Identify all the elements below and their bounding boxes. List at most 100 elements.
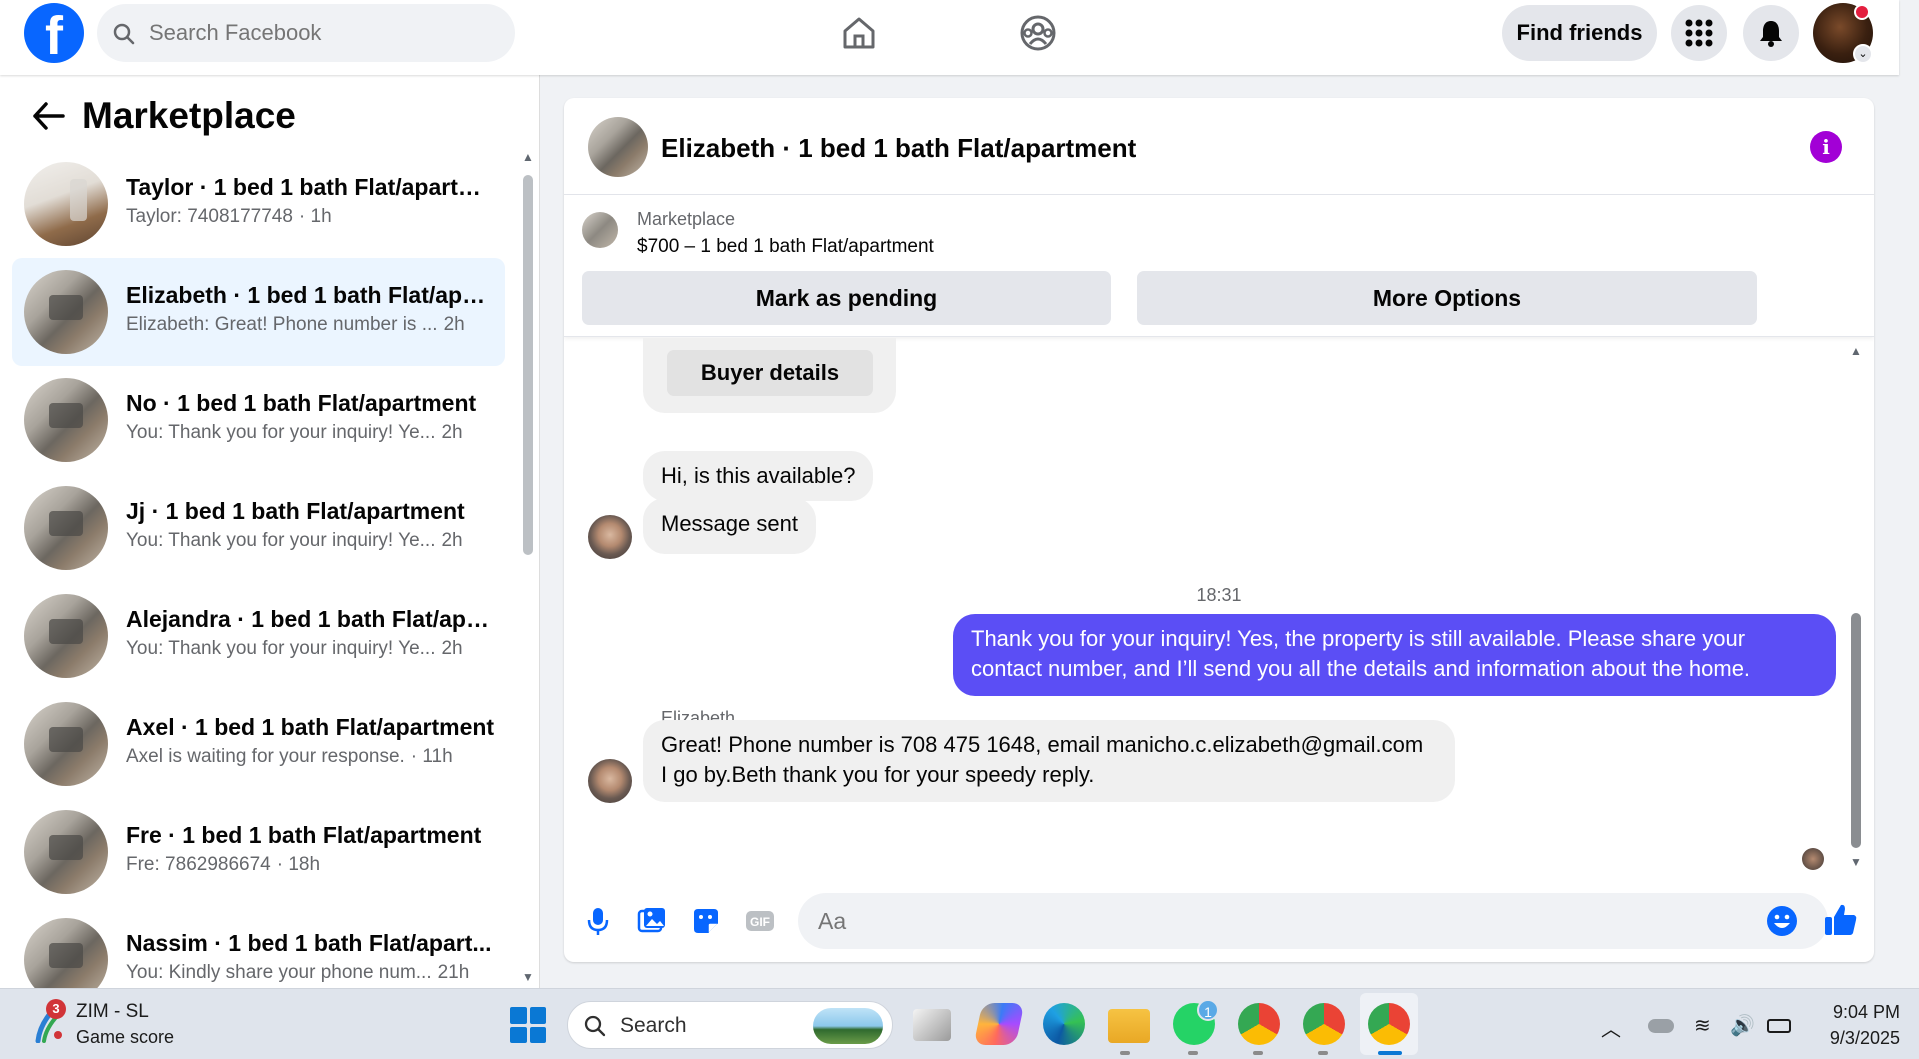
system-clock[interactable]: 9:04 PM 9/3/2025 <box>1800 999 1900 1051</box>
listing-thumbnail <box>24 918 108 988</box>
conversation-title: Elizabeth · 1 bed 1 bath Flat/apar... <box>126 282 496 308</box>
conversation-title: Taylor · 1 bed 1 bath Flat/apartm... <box>126 174 496 200</box>
microphone-icon[interactable] <box>582 905 614 937</box>
conversation-preview: Fre: 7862986674 · 18h <box>126 854 321 875</box>
running-indicator <box>1120 1051 1130 1055</box>
clock-date: 9/3/2025 <box>1829 1028 1900 1048</box>
wifi-icon[interactable]: ≋ <box>1694 1013 1711 1038</box>
conversation-title: Fre · 1 bed 1 bath Flat/apartment <box>126 822 482 848</box>
conversation-title: Jj · 1 bed 1 bath Flat/apartment <box>126 498 465 524</box>
volume-icon[interactable]: 🔊 <box>1730 1013 1755 1038</box>
taskbar-search[interactable]: Search <box>567 1001 893 1049</box>
battery-icon[interactable] <box>1767 1019 1791 1033</box>
menu-button[interactable] <box>1671 5 1727 61</box>
groups-icon[interactable] <box>1017 12 1059 54</box>
timestamp-separator: 18:31 <box>1196 585 1242 605</box>
whatsapp-badge: 1 <box>1197 999 1219 1021</box>
search-bar[interactable] <box>97 4 515 62</box>
mark-as-pending-button[interactable]: Mark as pending <box>582 271 1111 325</box>
photo-icon[interactable] <box>636 905 668 937</box>
conversation-preview: Axel is waiting for your response. · 11h <box>126 746 453 767</box>
notifications-button[interactable] <box>1743 5 1799 61</box>
thumbs-up-icon[interactable] <box>1823 902 1859 938</box>
message-line: contact number, and I’ll send you all th… <box>971 656 1751 681</box>
conversation-list-scrollbar[interactable] <box>523 175 533 555</box>
scroll-down-arrow-icon[interactable]: ▼ <box>1850 855 1862 869</box>
widget-title[interactable]: ZIM - SL <box>76 1001 149 1023</box>
listing-thumbnail <box>24 270 108 354</box>
message-thread-scrollbar[interactable] <box>1851 613 1861 848</box>
running-indicator <box>1253 1051 1263 1055</box>
message-line: Great! Phone number is 708 475 1648, ema… <box>661 732 1424 757</box>
page-scrollbar[interactable] <box>1899 0 1919 988</box>
windows-taskbar: 3 ZIM - SL Game score Search 1 ︿ ≋ 🔊 9:0… <box>0 988 1919 1059</box>
sender-avatar[interactable] <box>588 759 632 803</box>
search-icon <box>113 23 135 45</box>
edge-browser-icon[interactable] <box>1043 1003 1085 1045</box>
message-line: I go by.Beth thank you for your speedy r… <box>661 762 1095 787</box>
arrow-left-icon[interactable] <box>26 101 72 131</box>
listing-thumbnail <box>24 162 108 246</box>
conversation-item-taylor[interactable]: Taylor · 1 bed 1 bath Flat/apartm... Tay… <box>12 150 505 258</box>
conversation-item-alejandra[interactable]: Alejandra · 1 bed 1 bath Flat/apa... You… <box>12 582 505 690</box>
conversation-item-nassim[interactable]: Nassim · 1 bed 1 bath Flat/apart... You:… <box>12 906 505 988</box>
chrome-active-icon[interactable] <box>1368 1003 1410 1045</box>
chevron-down-icon[interactable]: ⌄ <box>1853 44 1873 64</box>
scroll-up-arrow-icon[interactable]: ▲ <box>1850 344 1862 358</box>
taskbar-search-label: Search <box>620 1014 687 1037</box>
read-receipt-avatar <box>1802 848 1824 870</box>
home-icon[interactable] <box>838 12 880 54</box>
widget-subtitle[interactable]: Game score <box>76 1027 174 1048</box>
chevron-up-icon[interactable]: ︿ <box>1601 1013 1621 1042</box>
conversation-item-fre[interactable]: Fre · 1 bed 1 bath Flat/apartment Fre: 7… <box>12 798 505 906</box>
scroll-up-arrow-icon[interactable]: ▲ <box>522 150 534 164</box>
message-bubble-incoming: Hi, is this available? <box>643 451 874 501</box>
file-explorer-icon[interactable] <box>1108 1009 1150 1043</box>
conversation-item-elizabeth[interactable]: Elizabeth · 1 bed 1 bath Flat/apar... El… <box>12 258 505 366</box>
copilot-icon[interactable] <box>973 1003 1025 1045</box>
listing-price-title[interactable]: $700 – 1 bed 1 bath Flat/apartment <box>637 236 934 258</box>
conversation-preview: You: Kindly share your phone num... 21h <box>126 962 470 983</box>
conversation-preview: You: Thank you for your inquiry! Ye... 2h <box>126 638 463 659</box>
listing-avatar[interactable] <box>588 117 648 177</box>
panel-header: Marketplace <box>26 95 296 137</box>
listing-thumbnail <box>24 702 108 786</box>
listing-thumbnail[interactable] <box>582 212 618 248</box>
listing-source-label: Marketplace <box>637 209 736 229</box>
conversation-item-jj[interactable]: Jj · 1 bed 1 bath Flat/apartment You: Th… <box>12 474 505 582</box>
emoji-icon[interactable] <box>1766 905 1798 937</box>
listing-thumbnail <box>24 594 108 678</box>
windows-start-icon[interactable] <box>510 1007 546 1043</box>
conversation-item-no[interactable]: No · 1 bed 1 bath Flat/apartment You: Th… <box>12 366 505 474</box>
gif-icon[interactable]: GIF <box>744 905 776 937</box>
find-friends-button[interactable]: Find friends <box>1502 5 1657 61</box>
conversation-preview: You: Thank you for your inquiry! Ye... 2h <box>126 530 463 551</box>
conversation-title: Nassim · 1 bed 1 bath Flat/apart... <box>126 930 492 956</box>
more-options-button[interactable]: More Options <box>1137 271 1757 325</box>
search-input[interactable] <box>149 4 499 62</box>
sticker-icon[interactable] <box>690 905 722 937</box>
search-highlight-image <box>813 1008 883 1044</box>
panel-title: Marketplace <box>82 95 296 136</box>
widget-badge: 3 <box>46 999 66 1019</box>
sender-avatar[interactable] <box>588 515 632 559</box>
message-bubble-outgoing: Thank you for your inquiry! Yes, the pro… <box>953 614 1836 696</box>
conversation-item-axel[interactable]: Axel · 1 bed 1 bath Flat/apartment Axel … <box>12 690 505 798</box>
onedrive-icon[interactable] <box>1648 1019 1674 1033</box>
chat-title[interactable]: Elizabeth · 1 bed 1 bath Flat/apartment <box>661 133 1136 164</box>
chat-window: Elizabeth · 1 bed 1 bath Flat/apartment … <box>564 98 1874 962</box>
listing-thumbnail <box>24 810 108 894</box>
buyer-details-button[interactable]: Buyer details <box>667 350 873 396</box>
chrome-profile-1-icon[interactable] <box>1238 1003 1280 1045</box>
search-icon <box>584 1015 606 1037</box>
chrome-profile-2-icon[interactable] <box>1303 1003 1345 1045</box>
listing-thumbnail <box>24 378 108 462</box>
scroll-down-arrow-icon[interactable]: ▼ <box>522 970 534 984</box>
task-view-icon[interactable] <box>913 1009 951 1041</box>
conversation-preview: Taylor: 7408177748 · 1h <box>126 206 332 227</box>
facebook-logo-icon[interactable]: f <box>24 3 84 63</box>
message-bubble-incoming: Great! Phone number is 708 475 1648, ema… <box>643 720 1455 802</box>
info-icon[interactable]: i <box>1810 131 1842 163</box>
conversation-preview: You: Thank you for your inquiry! Ye... 2h <box>126 422 463 443</box>
message-input[interactable] <box>798 893 1828 949</box>
